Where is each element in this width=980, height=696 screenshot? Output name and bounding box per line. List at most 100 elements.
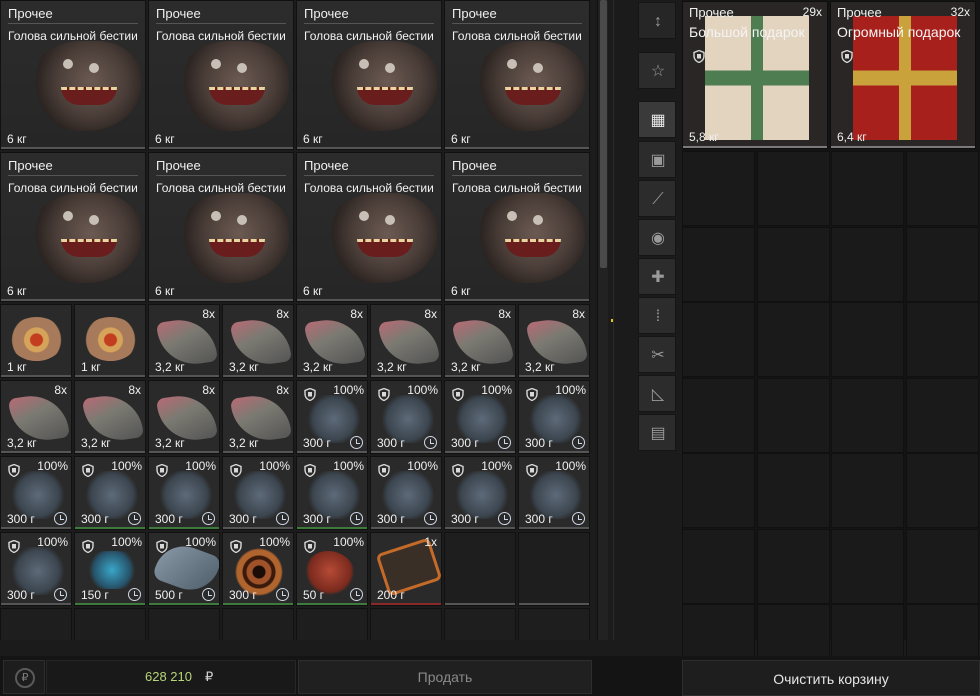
inventory-item-device[interactable]: 1x 200 г <box>370 532 442 606</box>
filter-button-ammo[interactable]: ⁞ <box>638 297 676 334</box>
basket-empty-slot[interactable] <box>831 377 904 453</box>
inventory-item-coil[interactable]: 100% 300 г <box>222 532 294 606</box>
currency-button[interactable]: ₽ <box>3 660 45 694</box>
item-weight: 500 г <box>155 588 183 602</box>
inventory-item-fluff[interactable]: 100% 300 г <box>74 456 146 530</box>
inventory-item-fluff[interactable]: 100% 300 г <box>444 456 516 530</box>
inventory-item-fluff[interactable]: 100% 300 г <box>370 456 442 530</box>
sell-button[interactable]: Продать <box>298 660 592 694</box>
filter-button-medkit[interactable]: ✚ <box>638 258 676 295</box>
inventory-item-beast-head[interactable]: Прочее Голова сильной бестии 6 кг <box>0 0 146 150</box>
inventory-scrollbar[interactable] <box>597 0 608 640</box>
filter-button-sort[interactable]: ↕ <box>638 2 676 39</box>
basket-empty-slot[interactable] <box>831 453 904 528</box>
basket-empty-slot[interactable] <box>682 453 755 528</box>
inventory-item-fluff[interactable]: 100% 300 г <box>444 380 516 454</box>
basket-item-gift[interactable]: Прочее 32x Огромный подарок 6,4 кг <box>830 1 976 149</box>
basket-empty-slot[interactable] <box>905 226 979 302</box>
item-weight: 3,2 кг <box>155 436 185 450</box>
filter-button-tools[interactable]: ✂ <box>638 336 676 373</box>
inventory-item-eyeball[interactable]: 1 кг <box>74 304 146 378</box>
empty-slot[interactable] <box>370 608 442 640</box>
item-category: Прочее <box>8 158 53 173</box>
basket-empty-slot[interactable] <box>756 151 830 226</box>
inventory-item-beast-head[interactable]: Прочее Голова сильной бестии 6 кг <box>148 0 294 150</box>
basket-empty-slot[interactable] <box>905 151 979 226</box>
filter-button-artifact[interactable]: ◉ <box>638 219 676 256</box>
inventory-item-eyeball[interactable]: 1 кг <box>0 304 72 378</box>
item-weight: 3,2 кг <box>525 360 555 374</box>
filter-button-star[interactable]: ☆ <box>638 52 676 89</box>
basket-empty-slot[interactable] <box>905 302 979 377</box>
basket-empty-slot[interactable] <box>831 302 904 377</box>
inventory-item-fluff[interactable]: 100% 300 г <box>518 380 590 454</box>
inventory-grid: Прочее Голова сильной бестии 6 кг Прочее Гол… <box>0 0 594 640</box>
basket-empty-slot[interactable] <box>905 377 979 453</box>
inventory-item-fluff[interactable]: 100% 300 г <box>0 532 72 606</box>
basket-empty-slot[interactable] <box>682 377 755 453</box>
filter-button-grid[interactable]: ▦ <box>638 101 676 138</box>
inventory-item-beast-head[interactable]: Прочее Голова сильной бестии 6 кг <box>296 0 442 150</box>
basket-empty-slot[interactable] <box>756 528 830 604</box>
scrollbar-thumb[interactable] <box>600 0 607 268</box>
basket-empty-slot[interactable] <box>756 453 830 528</box>
inventory-item-fluff[interactable]: 100% 300 г <box>518 456 590 530</box>
inventory-item-beast-head[interactable]: Прочее Голова сильной бестии 6 кг <box>148 152 294 302</box>
inventory-item-fluff[interactable]: 100% 300 г <box>370 380 442 454</box>
empty-slot[interactable] <box>0 608 72 640</box>
empty-slot[interactable] <box>518 532 590 606</box>
inventory-item-beast-head[interactable]: Прочее Голова сильной бестии 6 кг <box>0 152 146 302</box>
basket-empty-slot[interactable] <box>905 453 979 528</box>
inventory-item-fluff[interactable]: 100% 300 г <box>296 380 368 454</box>
basket-empty-slot[interactable] <box>831 226 904 302</box>
filter-button-weapon[interactable]: ⟋ <box>638 180 676 217</box>
inventory-item-horn[interactable]: 8x 3,2 кг <box>148 380 220 454</box>
empty-slot[interactable] <box>444 532 516 606</box>
inventory-item-horn[interactable]: 8x 3,2 кг <box>370 304 442 378</box>
basket-empty-slot[interactable] <box>756 226 830 302</box>
inventory-item-horn[interactable]: 8x 3,2 кг <box>518 304 590 378</box>
inventory-item-horn[interactable]: 8x 3,2 кг <box>74 380 146 454</box>
clock-icon <box>572 436 585 449</box>
inventory-item-fluff[interactable]: 100% 300 г <box>0 456 72 530</box>
basket-empty-slot[interactable] <box>831 151 904 226</box>
basket-item-gift[interactable]: Прочее 29x Большой подарок 5,8 кг <box>682 1 828 149</box>
inventory-item-fluff[interactable]: 100% 300 г <box>222 456 294 530</box>
inventory-item-tentacle[interactable]: 100% 500 г <box>148 532 220 606</box>
empty-slot[interactable] <box>296 608 368 640</box>
inventory-item-beast-head[interactable]: Прочее Голова сильной бестии 6 кг <box>296 152 442 302</box>
empty-slot[interactable] <box>518 608 590 640</box>
empty-slot[interactable] <box>148 608 220 640</box>
filter-button-box[interactable]: ▤ <box>638 414 676 451</box>
basket-empty-slot[interactable] <box>682 226 755 302</box>
basket-empty-slot[interactable] <box>682 151 755 226</box>
head-mouth <box>61 87 117 105</box>
inventory-item-meat[interactable]: 100% 50 г <box>296 532 368 606</box>
inventory-item-beast-head[interactable]: Прочее Голова сильной бестии 6 кг <box>444 152 590 302</box>
inventory-item-fluff[interactable]: 100% 300 г <box>148 456 220 530</box>
filter-button-backpack[interactable]: ▣ <box>638 141 676 178</box>
filter-button-blueprint[interactable]: ◺ <box>638 375 676 412</box>
empty-slot[interactable] <box>444 608 516 640</box>
basket-empty-slot[interactable] <box>682 302 755 377</box>
basket-empty-slot[interactable] <box>682 528 755 604</box>
inventory-item-fluffblue[interactable]: 100% 150 г <box>74 532 146 606</box>
inventory-item-beast-head[interactable]: Прочее Голова сильной бестии 6 кг <box>444 0 590 150</box>
inventory-item-horn[interactable]: 8x 3,2 кг <box>148 304 220 378</box>
basket-empty-slot[interactable] <box>905 528 979 604</box>
inventory-item-horn[interactable]: 8x 3,2 кг <box>0 380 72 454</box>
empty-slot[interactable] <box>222 608 294 640</box>
inventory-item-horn[interactable]: 8x 3,2 кг <box>222 380 294 454</box>
basket-empty-slot[interactable] <box>831 528 904 604</box>
basket-empty-slot[interactable] <box>756 302 830 377</box>
inventory-item-horn[interactable]: 8x 3,2 кг <box>444 304 516 378</box>
clear-basket-button[interactable]: Очистить корзину <box>682 660 980 696</box>
inventory-item-horn[interactable]: 8x 3,2 кг <box>296 304 368 378</box>
empty-slot[interactable] <box>74 608 146 640</box>
item-category: Прочее <box>8 6 53 21</box>
basket-empty-slot[interactable] <box>756 377 830 453</box>
shield-icon <box>156 539 168 554</box>
inventory-item-fluff[interactable]: 100% 300 г <box>296 456 368 530</box>
inventory-item-horn[interactable]: 8x 3,2 кг <box>222 304 294 378</box>
clock-icon <box>276 588 289 601</box>
